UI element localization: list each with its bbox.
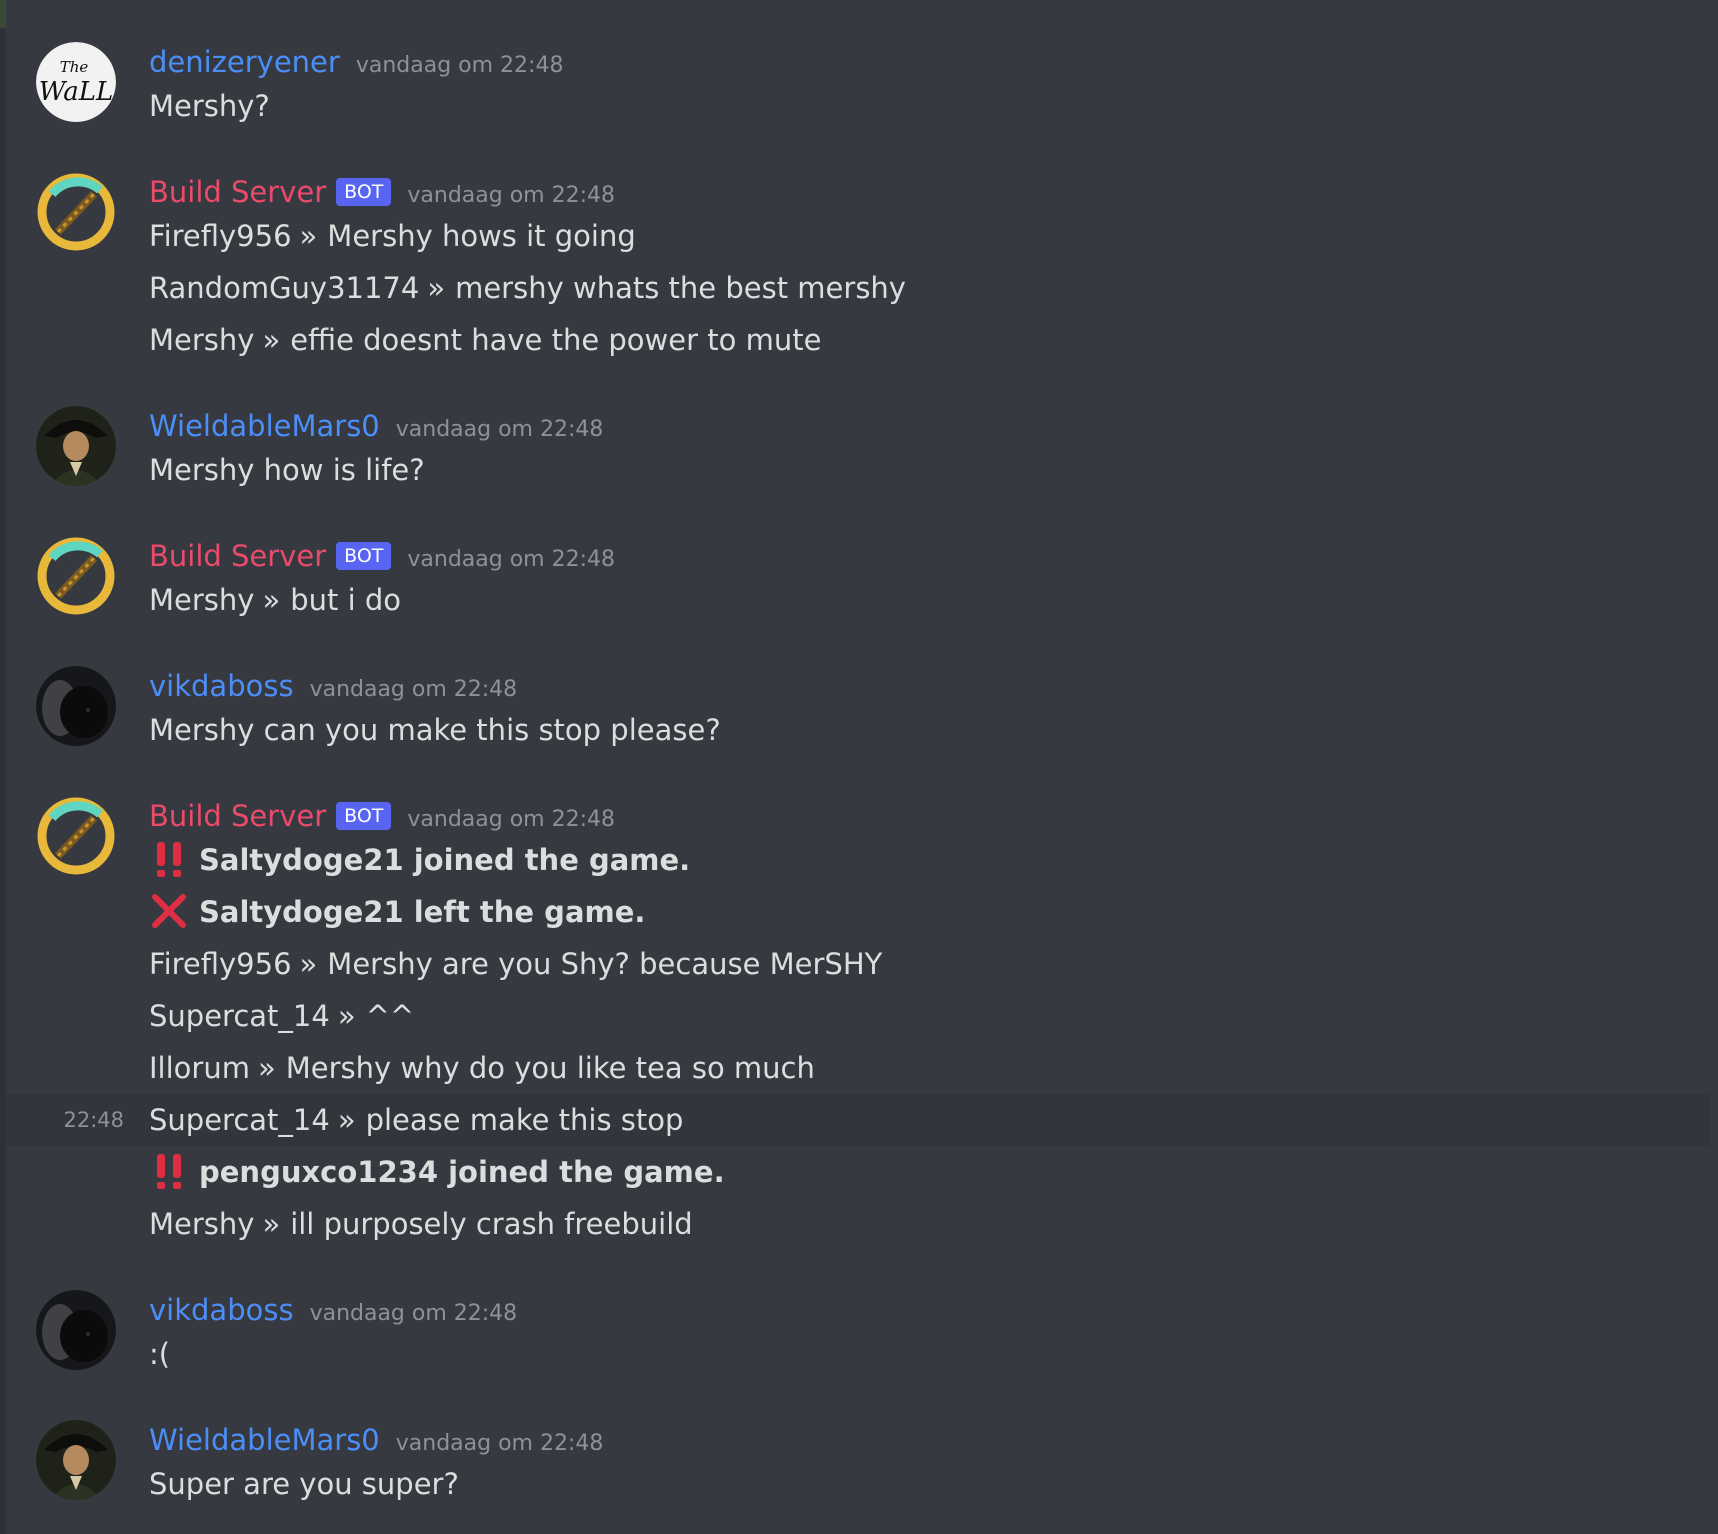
message-content: Mershy why do you like tea so much	[285, 1051, 815, 1085]
message-content: Mershy hows it going	[327, 219, 636, 253]
pickaxe-avatar[interactable]	[36, 172, 116, 252]
message-text: Saltydoge21 left the game.	[149, 890, 645, 934]
username[interactable]: vikdaboss	[149, 666, 294, 706]
message-text: penguxco1234 joined the game.	[149, 1150, 725, 1194]
message-author: Mershy	[149, 323, 255, 357]
author-separator: »	[262, 583, 281, 617]
message-text: Illorum» Mershy why do you like tea so mu…	[149, 1046, 815, 1090]
message-author: Firefly956	[149, 947, 292, 981]
message-header: Build Server BOT vandaag om 22:48	[149, 536, 615, 576]
pickaxe-avatar[interactable]	[36, 796, 116, 876]
author-separator: »	[262, 323, 281, 357]
author-separator: »	[299, 947, 318, 981]
double-exclamation-icon	[149, 839, 189, 879]
message-timestamp: vandaag om 22:48	[309, 1301, 518, 1326]
message-author: Mershy	[149, 1207, 255, 1241]
message-content: but i do	[290, 583, 401, 617]
message-timestamp: vandaag om 22:48	[407, 807, 616, 832]
bot-tag: BOT	[336, 178, 392, 206]
message-author: Supercat_14	[149, 1103, 330, 1137]
message-header: Build Server BOT vandaag om 22:48	[149, 172, 615, 212]
author-separator: »	[427, 271, 446, 305]
message-author: Illorum	[149, 1051, 250, 1085]
message-content: Saltydoge21 left the game.	[199, 895, 646, 929]
message-text: Saltydoge21 joined the game.	[149, 838, 690, 882]
message-text: Mershy can you make this stop please?	[149, 713, 721, 747]
author-separator: »	[299, 219, 318, 253]
the-wall-avatar[interactable]: The WaLL	[36, 42, 116, 122]
message-content: please make this stop	[365, 1103, 684, 1137]
message-text: Mershy» but i do	[149, 578, 401, 622]
message-text: Supercat_14» please make this stop	[149, 1098, 683, 1142]
message-text: Supercat_14» ^^	[149, 994, 414, 1038]
username[interactable]: Build Server	[149, 172, 326, 212]
message-content: penguxco1234 joined the game.	[199, 1155, 725, 1189]
message-timestamp: vandaag om 22:48	[395, 1431, 604, 1456]
message-content: ill purposely crash freebuild	[290, 1207, 693, 1241]
message-content: effie doesnt have the power to mute	[290, 323, 822, 357]
message-text: RandomGuy31174» mershy whats the best mer…	[149, 266, 906, 310]
sidebar-edge	[0, 0, 6, 1534]
pirate-captain-avatar[interactable]	[36, 406, 116, 486]
message-timestamp: vandaag om 22:48	[309, 677, 518, 702]
message-author: Firefly956	[149, 219, 292, 253]
message-text: Mershy?	[149, 89, 270, 123]
message-author: Supercat_14	[149, 999, 330, 1033]
message-header: denizeryener vandaag om 22:48	[149, 42, 563, 82]
message-text: Mershy how is life?	[149, 453, 425, 487]
pickaxe-avatar[interactable]	[36, 536, 116, 616]
message-header: WieldableMars0 vandaag om 22:48	[149, 406, 603, 446]
message-timestamp: vandaag om 22:48	[407, 547, 616, 572]
message-content: mershy whats the best mershy	[455, 271, 906, 305]
message-text: Firefly956» Mershy hows it going	[149, 214, 636, 258]
svg-text:The: The	[60, 58, 89, 76]
message-header: Build Server BOT vandaag om 22:48	[149, 796, 615, 836]
author-separator: »	[257, 1051, 276, 1085]
username[interactable]: vikdaboss	[149, 1290, 294, 1330]
message-header: vikdaboss vandaag om 22:48	[149, 666, 517, 706]
message-text: :(	[149, 1337, 171, 1371]
author-separator: »	[337, 1103, 356, 1137]
black-cat-avatar[interactable]	[36, 666, 116, 746]
username[interactable]: Build Server	[149, 536, 326, 576]
author-separator: »	[262, 1207, 281, 1241]
message-header: vikdaboss vandaag om 22:48	[149, 1290, 517, 1330]
message-author: Mershy	[149, 583, 255, 617]
bot-tag: BOT	[336, 802, 392, 830]
username[interactable]: WieldableMars0	[149, 406, 380, 446]
message-header: WieldableMars0 vandaag om 22:48	[149, 1420, 603, 1460]
author-separator: »	[337, 999, 356, 1033]
username[interactable]: WieldableMars0	[149, 1420, 380, 1460]
message-text: Firefly956» Mershy are you Shy? because M…	[149, 942, 882, 986]
pirate-captain-avatar[interactable]	[36, 1420, 116, 1500]
svg-text:WaLL: WaLL	[39, 77, 114, 107]
black-cat-avatar[interactable]	[36, 1290, 116, 1370]
cross-mark-icon	[149, 891, 189, 931]
message-content: ^^	[365, 999, 415, 1033]
message-text: Mershy» effie doesnt have the power to mu…	[149, 318, 821, 362]
message-author: RandomGuy31174	[149, 271, 420, 305]
message-text: Super are you super?	[149, 1467, 459, 1501]
bot-tag: BOT	[336, 542, 392, 570]
message-timestamp: vandaag om 22:48	[407, 183, 616, 208]
double-exclamation-icon	[149, 1151, 189, 1191]
username[interactable]: denizeryener	[149, 42, 340, 82]
message-timestamp: vandaag om 22:48	[355, 53, 564, 78]
message-text: Mershy» ill purposely crash freebuild	[149, 1202, 693, 1246]
message-content: Saltydoge21 joined the game.	[199, 843, 691, 877]
username[interactable]: Build Server	[149, 796, 326, 836]
message-timestamp: vandaag om 22:48	[395, 417, 604, 442]
hover-timestamp: 22:48	[63, 1108, 124, 1132]
message-content: Mershy are you Shy? because MerSHY	[327, 947, 883, 981]
